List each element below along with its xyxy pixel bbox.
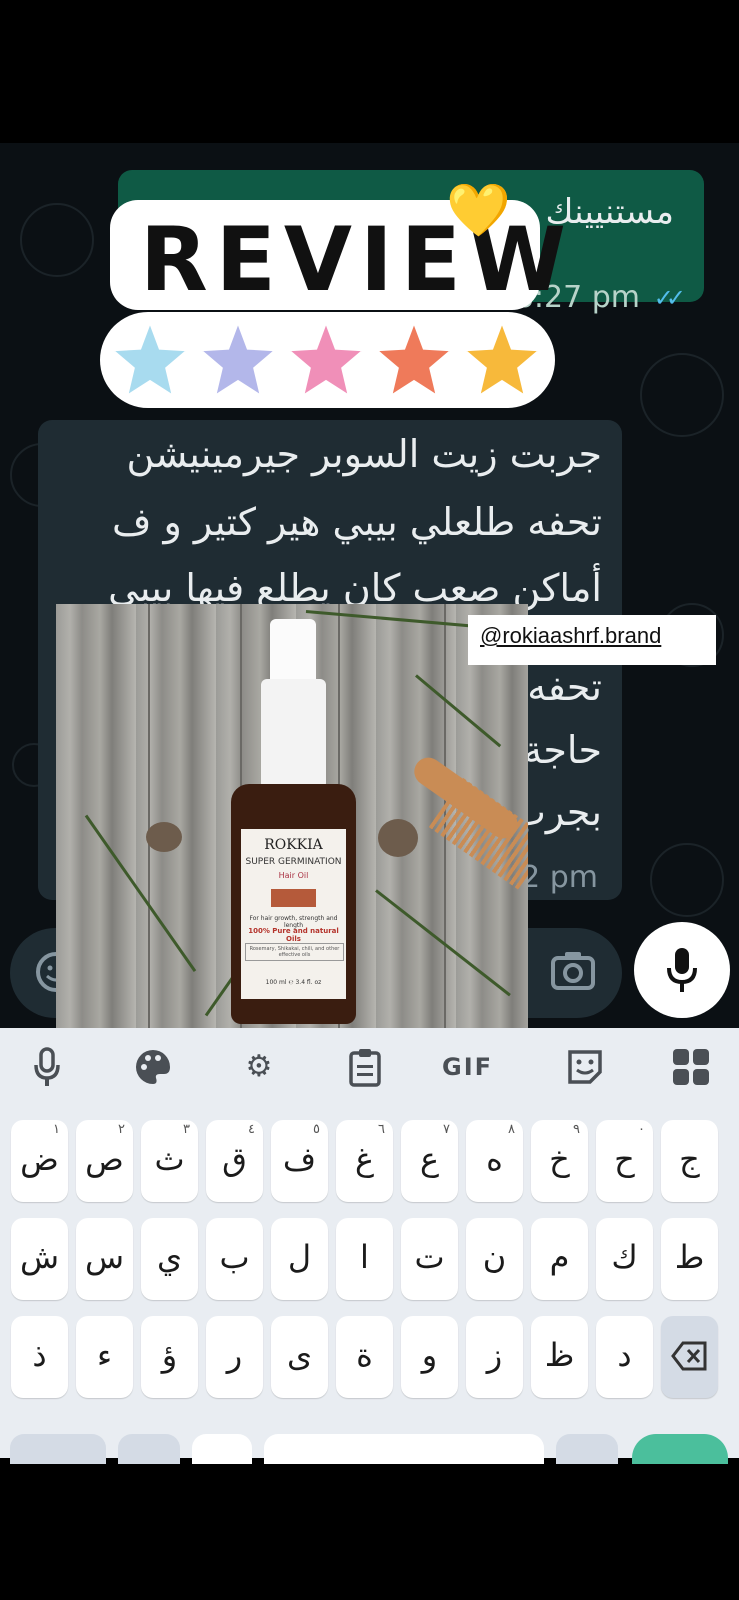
product-brand: ROKKIA	[264, 837, 323, 853]
message-line: جربت زيت السوبر جيرمينيشن	[126, 432, 602, 476]
key[interactable]: ٣ث	[141, 1120, 198, 1202]
space-key[interactable]	[264, 1434, 544, 1464]
product-volume: 100 ml ℮ 3.4 fl. oz	[265, 979, 322, 986]
key[interactable]: ٩خ	[531, 1120, 588, 1202]
key[interactable]: ٢ص	[76, 1120, 133, 1202]
key[interactable]: ٠ح	[596, 1120, 653, 1202]
key[interactable]: ك	[596, 1218, 653, 1300]
key[interactable]: م	[531, 1218, 588, 1300]
product-ingredients: Rosemary, Shikakai, chili, and other eff…	[245, 943, 344, 961]
enter-key[interactable]	[632, 1434, 728, 1464]
handle-text: @rokiaashrf.brand	[480, 623, 662, 648]
key[interactable]: ؤ	[141, 1316, 198, 1398]
clipboard-icon[interactable]	[340, 1042, 390, 1092]
palette-icon[interactable]	[128, 1042, 178, 1092]
product-badge: 100% Pure and natural Oils	[248, 927, 339, 943]
key[interactable]: ب	[206, 1218, 263, 1300]
key[interactable]: ء	[76, 1316, 133, 1398]
star-1	[111, 320, 189, 397]
key[interactable]: ٨ه	[466, 1120, 523, 1202]
star-2	[199, 320, 277, 397]
camera-icon[interactable]	[550, 950, 596, 992]
key[interactable]: ٤ق	[206, 1120, 263, 1202]
key[interactable]: ٦غ	[336, 1120, 393, 1202]
emoji-key[interactable]	[118, 1434, 180, 1464]
key[interactable]: ٧ع	[401, 1120, 458, 1202]
product-name: SUPER GERMINATION	[245, 857, 342, 867]
key[interactable]: و	[401, 1316, 458, 1398]
key[interactable]: ١ض	[11, 1120, 68, 1202]
key[interactable]: د	[596, 1316, 653, 1398]
rating-stars	[100, 312, 555, 408]
bottle-cap	[261, 679, 326, 789]
star-icon	[111, 320, 189, 397]
instagram-handle-tag[interactable]: @rokiaashrf.brand	[468, 615, 716, 665]
yellow-heart-emoji: 💛	[446, 181, 511, 241]
key[interactable]: ل	[271, 1218, 328, 1300]
key[interactable]: ش	[11, 1218, 68, 1300]
message-line: حاجة	[523, 728, 602, 772]
key[interactable]: ٥ف	[271, 1120, 328, 1202]
product-type: Hair Oil	[278, 871, 309, 880]
star-3	[287, 320, 365, 397]
hair-graphic	[271, 889, 316, 907]
key[interactable]: ا	[336, 1218, 393, 1300]
period-key[interactable]	[556, 1434, 618, 1464]
sticker-icon[interactable]	[560, 1042, 610, 1092]
star-5	[463, 320, 541, 397]
key[interactable]: ظ	[531, 1316, 588, 1398]
key[interactable]: ى	[271, 1316, 328, 1398]
key[interactable]: ج	[661, 1120, 718, 1202]
globe-key[interactable]	[192, 1434, 252, 1464]
keyboard: ⚙ GIF ١ض ٢ص ٣ث ٤ق ٥ف ٦غ ٧ع ٨ه ٩خ ٠ح ج ش …	[0, 1028, 739, 1464]
backspace-key[interactable]	[661, 1316, 718, 1398]
key[interactable]: س	[76, 1218, 133, 1300]
message-line: تحفه طلعلي بيبي هير كتير و ف	[112, 500, 602, 544]
key[interactable]: ت	[401, 1218, 458, 1300]
star-icon	[287, 320, 365, 397]
apps-icon[interactable]	[666, 1042, 716, 1092]
key[interactable]: ي	[141, 1218, 198, 1300]
symbols-key[interactable]	[10, 1434, 106, 1464]
key[interactable]: ر	[206, 1316, 263, 1398]
backspace-icon	[671, 1341, 707, 1371]
bottle-label: ROKKIA SUPER GERMINATION Hair Oil For ha…	[241, 829, 346, 999]
mic-icon	[667, 948, 697, 992]
star-4	[375, 320, 453, 397]
star-icon	[463, 320, 541, 397]
gif-button[interactable]: GIF	[442, 1042, 492, 1092]
star-icon	[375, 320, 453, 397]
read-receipt-icon: ✓✓	[653, 284, 686, 312]
product-photo: ROKKIA SUPER GERMINATION Hair Oil For ha…	[56, 604, 528, 1044]
key[interactable]: ن	[466, 1218, 523, 1300]
spray-nozzle	[270, 619, 316, 685]
key[interactable]: ط	[661, 1218, 718, 1300]
star-icon	[199, 320, 277, 397]
message-line: تحفه	[527, 665, 602, 709]
key[interactable]: ة	[336, 1316, 393, 1398]
gear-icon[interactable]: ⚙	[234, 1042, 284, 1092]
key[interactable]: ذ	[11, 1316, 68, 1398]
mic-icon[interactable]	[22, 1042, 72, 1092]
voice-record-button[interactable]	[634, 922, 730, 1018]
key[interactable]: ز	[466, 1316, 523, 1398]
message-time: 2 pm	[521, 860, 598, 895]
